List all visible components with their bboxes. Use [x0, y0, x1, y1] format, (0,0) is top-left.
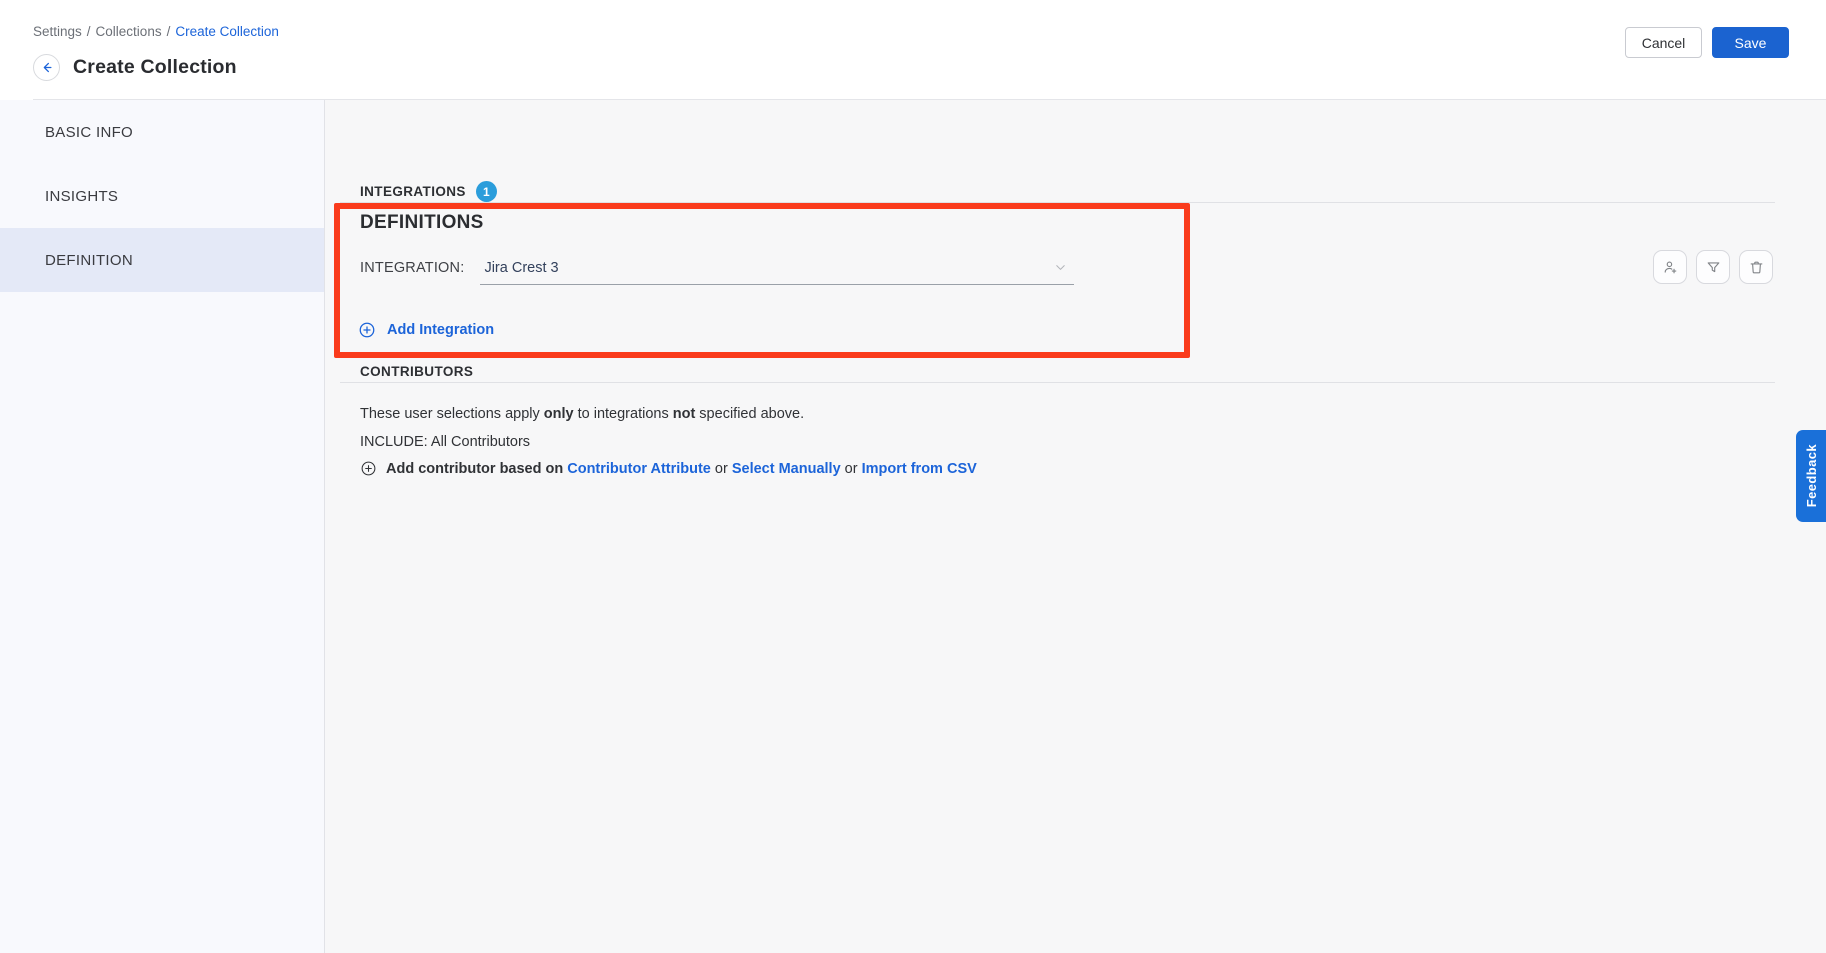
breadcrumb-separator: / — [87, 24, 91, 39]
filter-icon — [1705, 259, 1722, 276]
add-integration-link[interactable]: Add Integration — [358, 321, 494, 339]
include-line: INCLUDE: All Contributors — [360, 434, 530, 450]
cancel-button[interactable]: Cancel — [1625, 27, 1702, 58]
sidebar-item-basic-info[interactable]: BASIC INFO — [0, 100, 324, 164]
note-text: These user selections apply — [360, 406, 544, 422]
body: BASIC INFO INSIGHTS DEFINITION DEFINITIO… — [0, 100, 1826, 953]
integrations-divider — [340, 202, 1775, 203]
add-integration-label: Add Integration — [387, 322, 494, 338]
page-title: Create Collection — [73, 56, 237, 79]
integration-field-label: INTEGRATION: — [360, 260, 464, 276]
note-bold-only: only — [544, 406, 574, 422]
contributors-note: These user selections apply only to inte… — [360, 406, 804, 422]
select-manually-link[interactable]: Select Manually — [732, 461, 841, 477]
note-text: to integrations — [574, 406, 673, 422]
contributors-divider — [340, 382, 1775, 383]
integrations-label: INTEGRATIONS — [360, 184, 466, 199]
main-content: DEFINITIONS INTEGRATIONS 1 INTEGRATION: … — [325, 100, 1826, 953]
arrow-left-icon — [39, 60, 54, 75]
add-contributor-text: Add contributor based on Contributor Att… — [386, 461, 977, 477]
contributor-attribute-link[interactable]: Contributor Attribute — [567, 461, 711, 477]
integration-select-value: Jira Crest 3 — [480, 260, 558, 276]
breadcrumb-separator: / — [167, 24, 171, 39]
sidebar-item-definition[interactable]: DEFINITION — [0, 228, 324, 292]
integration-row: INTEGRATION: Jira Crest 3 — [360, 251, 1074, 285]
chevron-down-icon — [1053, 260, 1068, 275]
definitions-title: DEFINITIONS — [360, 212, 484, 234]
contributors-section-header: CONTRIBUTORS — [360, 364, 473, 379]
header: Settings / Collections / Create Collecti… — [0, 0, 1826, 100]
delete-button[interactable] — [1739, 250, 1773, 284]
save-button[interactable]: Save — [1712, 27, 1789, 58]
breadcrumb-collections[interactable]: Collections — [96, 24, 162, 39]
add-contributor-button[interactable] — [1653, 250, 1687, 284]
back-button[interactable] — [33, 54, 60, 81]
feedback-tab-label: Feedback — [1804, 444, 1819, 507]
add-contributor-prefix: Add contributor based on — [386, 461, 567, 477]
breadcrumb-current[interactable]: Create Collection — [175, 24, 279, 39]
integration-select[interactable]: Jira Crest 3 — [480, 251, 1074, 285]
note-text: specified above. — [695, 406, 804, 422]
integration-row-tools — [1653, 250, 1773, 284]
header-actions: Cancel Save — [1625, 27, 1789, 58]
integrations-section-header: INTEGRATIONS 1 — [360, 181, 497, 202]
filter-button[interactable] — [1696, 250, 1730, 284]
circle-plus-icon — [360, 460, 377, 477]
trash-icon — [1748, 259, 1765, 276]
sidebar-item-insights[interactable]: INSIGHTS — [0, 164, 324, 228]
integrations-count-badge: 1 — [476, 181, 497, 202]
sidebar: BASIC INFO INSIGHTS DEFINITION — [0, 100, 325, 953]
title-row: Create Collection — [33, 54, 237, 81]
or-text: or — [841, 461, 862, 477]
breadcrumb: Settings / Collections / Create Collecti… — [33, 24, 279, 39]
add-contributor-row: Add contributor based on Contributor Att… — [360, 460, 977, 477]
add-contributor-icon — [1662, 259, 1679, 276]
contributors-label: CONTRIBUTORS — [360, 364, 473, 379]
or-text: or — [711, 461, 732, 477]
import-from-csv-link[interactable]: Import from CSV — [862, 461, 977, 477]
circle-plus-icon — [358, 321, 376, 339]
feedback-tab[interactable]: Feedback — [1796, 430, 1826, 522]
breadcrumb-settings[interactable]: Settings — [33, 24, 82, 39]
note-bold-not: not — [673, 406, 696, 422]
